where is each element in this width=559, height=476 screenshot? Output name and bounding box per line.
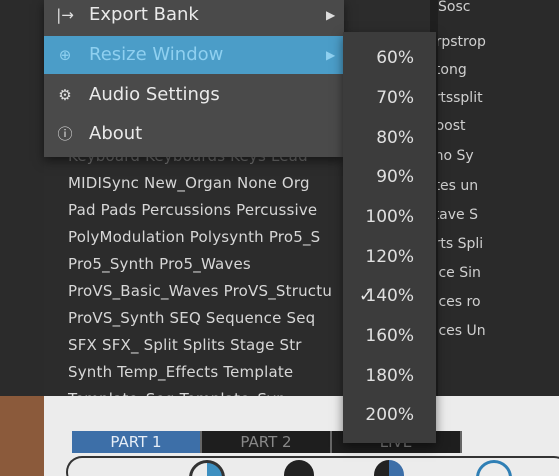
resize-option-200[interactable]: 200% (343, 397, 436, 433)
preset-item[interactable]: Stong (438, 56, 559, 84)
left-panel (0, 0, 44, 396)
info-icon: ⓘ (57, 125, 73, 143)
preset-item[interactable]: otes un (438, 172, 559, 200)
preset-item[interactable]: artssplit (438, 84, 559, 112)
preset-item[interactable]: oices ro (438, 288, 559, 316)
resize-option-70[interactable]: 70% (343, 80, 436, 116)
preset-item[interactable]: arts Spli (438, 230, 559, 258)
preset-item[interactable]: ono Sy (438, 142, 559, 170)
gear-icon: ⚙ (58, 86, 72, 104)
preset-item[interactable]: Arpstrop (438, 28, 559, 56)
part-panel: PART 1 PART 2 LIVE (44, 396, 559, 476)
tag-line-7[interactable]: ProVS_Synth SEQ Sequence Seq (68, 309, 315, 327)
resize-option-140[interactable]: ✓ 140% (343, 278, 436, 314)
preset-list: Sosc Arpstrop Stong artssplit Boost ono … (438, 0, 559, 425)
tag-line-8[interactable]: SFX SFX_ Split Splits Stage Str (68, 336, 302, 354)
tag-line-9[interactable]: Synth Temp_Effects Template (68, 363, 293, 381)
resize-option-90[interactable]: 90% (343, 159, 436, 195)
menu-item-about[interactable]: ⓘ About (44, 115, 344, 153)
chevron-right-icon: ▶ (326, 8, 336, 22)
chevron-right-icon: ▶ (326, 48, 336, 62)
resize-submenu: 60% 70% 80% 90% 100% 120% ✓ 140% 160% 18… (343, 32, 436, 443)
settings-menu: |→ Export Bank ▶ ⊕ Resize Window ▶ ⚙ Aud… (44, 0, 344, 157)
preset-item[interactable]: oices Un (438, 317, 559, 345)
resize-option-120[interactable]: 120% (343, 239, 436, 275)
resize-option-180[interactable]: 180% (343, 358, 436, 394)
tag-line-3[interactable]: Pad Pads Percussions Percussive (68, 201, 317, 219)
menu-item-label: About (89, 123, 143, 144)
preset-item[interactable]: Boost (438, 112, 559, 140)
menu-item-label: Audio Settings (89, 84, 220, 105)
menu-item-label: Export Bank (89, 4, 199, 25)
menu-item-resize-window[interactable]: ⊕ Resize Window ▶ (44, 36, 344, 74)
resize-option-160[interactable]: 160% (343, 318, 436, 354)
tag-line-4[interactable]: PolyModulation Polysynth Pro5_S (68, 228, 320, 246)
menu-item-audio-settings[interactable]: ⚙ Audio Settings (44, 76, 344, 114)
left-wood-panel (0, 396, 44, 476)
menu-item-export-bank[interactable]: |→ Export Bank ▶ (44, 0, 344, 34)
tab-part-1[interactable]: PART 1 (72, 431, 202, 453)
app-window: lls Keyboard Keyboards Keys Lead MIDISyn… (0, 0, 559, 476)
tag-line-5[interactable]: Pro5_Synth Pro5_Waves (68, 255, 251, 273)
resize-option-60[interactable]: 60% (343, 40, 436, 76)
tab-part-2[interactable]: PART 2 (202, 431, 332, 453)
tag-line-2[interactable]: MIDISync New_Organ None Org (68, 174, 310, 192)
preset-item[interactable]: ctave S (438, 201, 559, 229)
export-icon: |→ (56, 6, 74, 24)
resize-option-100[interactable]: 100% (343, 199, 436, 235)
resize-option-80[interactable]: 80% (343, 120, 436, 156)
tag-line-6[interactable]: ProVS_Basic_Waves ProVS_Structu (68, 282, 332, 300)
resize-icon: ⊕ (58, 46, 72, 64)
preset-item[interactable]: oice Sin (438, 259, 559, 287)
preset-item[interactable]: Sosc (438, 0, 559, 21)
menu-item-label: Resize Window (89, 44, 224, 65)
